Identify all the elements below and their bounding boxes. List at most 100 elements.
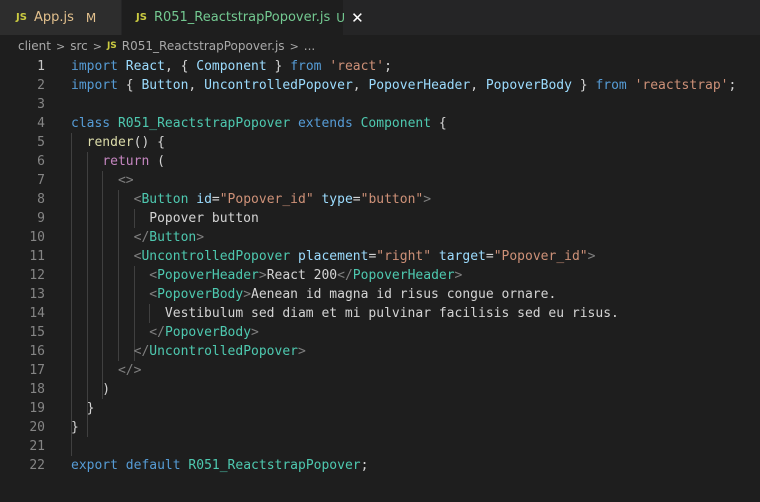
- line-number: 20: [29, 420, 45, 435]
- line-number: 10: [29, 230, 45, 245]
- code-token: placement: [298, 249, 369, 264]
- code-line[interactable]: 2 import { Button, UncontrolledPopover, P…: [0, 76, 760, 95]
- code-token: export: [71, 458, 118, 473]
- code-line[interactable]: 22 export default R051_ReactstrapPopover;: [0, 456, 760, 475]
- code-token: ): [71, 382, 111, 397]
- code-line[interactable]: 11 <UncontrolledPopover placement="right…: [0, 247, 760, 266]
- git-status-modified: M: [85, 10, 97, 25]
- line-number: 19: [29, 401, 45, 416]
- tab-app-js[interactable]: JS App.js M: [0, 0, 122, 35]
- code-line[interactable]: 14 Vestibulum sed diam et mi pulvinar fa…: [0, 304, 760, 323]
- chevron-right-icon: >: [289, 39, 299, 53]
- code-token: >: [298, 344, 306, 359]
- code-token: UncontrolledPopover: [141, 249, 291, 264]
- code-token: Button: [141, 78, 189, 93]
- code-line[interactable]: 12 <PopoverHeader>React 200</PopoverHead…: [0, 266, 760, 285]
- line-number: 13: [29, 287, 45, 302]
- code-token: PopoverHeader: [368, 78, 471, 93]
- code-token: 'react': [329, 59, 385, 74]
- code-line[interactable]: 19 }: [0, 399, 760, 418]
- breadcrumb-file[interactable]: R051_ReactstrapPopover.js: [122, 39, 285, 53]
- code-line[interactable]: 8 <Button id="Popover_id" type="button">: [0, 190, 760, 209]
- code-token: Component: [360, 116, 432, 131]
- code-token: </: [337, 268, 353, 283]
- code-token: Component: [196, 59, 267, 74]
- line-number: 5: [37, 135, 45, 150]
- line-number: 2: [37, 78, 45, 93]
- code-line[interactable]: 7 <>: [0, 171, 760, 190]
- code-token: ;: [384, 59, 392, 74]
- code-token: >: [258, 268, 267, 283]
- code-token: id: [196, 192, 212, 207]
- js-file-icon: JS: [136, 12, 147, 23]
- code-token: default: [125, 458, 181, 473]
- code-line[interactable]: 6 return (: [0, 152, 760, 171]
- code-line[interactable]: 18 ): [0, 380, 760, 399]
- code-token: 'reactstrap': [634, 78, 729, 93]
- tab-reactstrap-popover[interactable]: JS R051_ReactstrapPopover.js U ✕: [122, 0, 364, 35]
- breadcrumb-client[interactable]: client: [18, 39, 51, 53]
- code-line[interactable]: 20}: [0, 418, 760, 437]
- code-text: ): [71, 380, 110, 399]
- code-token: </>: [117, 363, 142, 378]
- line-number: 17: [29, 363, 45, 378]
- code-token: ,: [188, 78, 205, 93]
- code-line[interactable]: 17 </>: [0, 361, 760, 380]
- code-text: import { Button, UncontrolledPopover, Po…: [71, 76, 736, 95]
- code-token: () {: [133, 135, 165, 150]
- code-token: Vestibulum sed diam et mi pulvinar facil…: [71, 306, 619, 321]
- code-token: PopoverBody: [164, 325, 252, 340]
- tab-bar: JS App.js M JS R051_ReactstrapPopover.js…: [0, 0, 760, 35]
- code-token: R051_ReactstrapPopover: [188, 458, 361, 473]
- code-token: import: [71, 59, 118, 74]
- code-line[interactable]: 21: [0, 437, 760, 456]
- line-number: 6: [37, 154, 45, 169]
- code-token: ,: [352, 78, 369, 93]
- breadcrumb-more[interactable]: ...: [304, 39, 315, 53]
- code-line[interactable]: 9 Popover button: [0, 209, 760, 228]
- tab-label: R051_ReactstrapPopover.js: [153, 10, 331, 25]
- code-token: </: [149, 325, 165, 340]
- code-token: from: [290, 59, 322, 74]
- breadcrumb-src[interactable]: src: [70, 39, 88, 53]
- code-line[interactable]: 15 </PopoverBody>: [0, 323, 760, 342]
- code-token: Aenean id magna id risus congue ornare.: [251, 287, 557, 302]
- code-line[interactable]: 16 </UncontrolledPopover>: [0, 342, 760, 361]
- line-number: 3: [37, 97, 45, 112]
- code-editor[interactable]: 1 import React, { Component } from 'react…: [0, 57, 760, 502]
- code-line[interactable]: 3: [0, 95, 760, 114]
- line-number: 7: [37, 173, 45, 188]
- code-token: "button": [360, 192, 424, 207]
- close-icon[interactable]: ✕: [351, 9, 364, 27]
- code-token: from: [595, 78, 627, 93]
- code-line[interactable]: 13 <PopoverBody>Aenean id magna id risus…: [0, 285, 760, 304]
- chevron-right-icon: >: [55, 39, 66, 53]
- code-text: <PopoverBody>Aenean id magna id risus co…: [71, 285, 556, 304]
- code-token: }: [71, 401, 95, 416]
- code-line[interactable]: 1 import React, { Component } from 'react…: [0, 57, 760, 76]
- code-token: Popover button: [71, 211, 259, 226]
- code-line[interactable]: 4 class R051_ReactstrapPopover extends Co…: [0, 114, 760, 133]
- code-token: render: [86, 135, 134, 150]
- line-number: 18: [29, 382, 45, 397]
- breadcrumb: client > src > JS R051_ReactstrapPopover…: [0, 35, 760, 57]
- code-token: }: [571, 78, 596, 93]
- code-text: import React, { Component } from 'react'…: [71, 57, 392, 76]
- code-token: return: [102, 154, 150, 169]
- code-line[interactable]: 10 </Button>: [0, 228, 760, 247]
- code-token: >: [243, 287, 252, 302]
- code-token: </: [133, 344, 150, 359]
- code-line[interactable]: 5 render() {: [0, 133, 760, 152]
